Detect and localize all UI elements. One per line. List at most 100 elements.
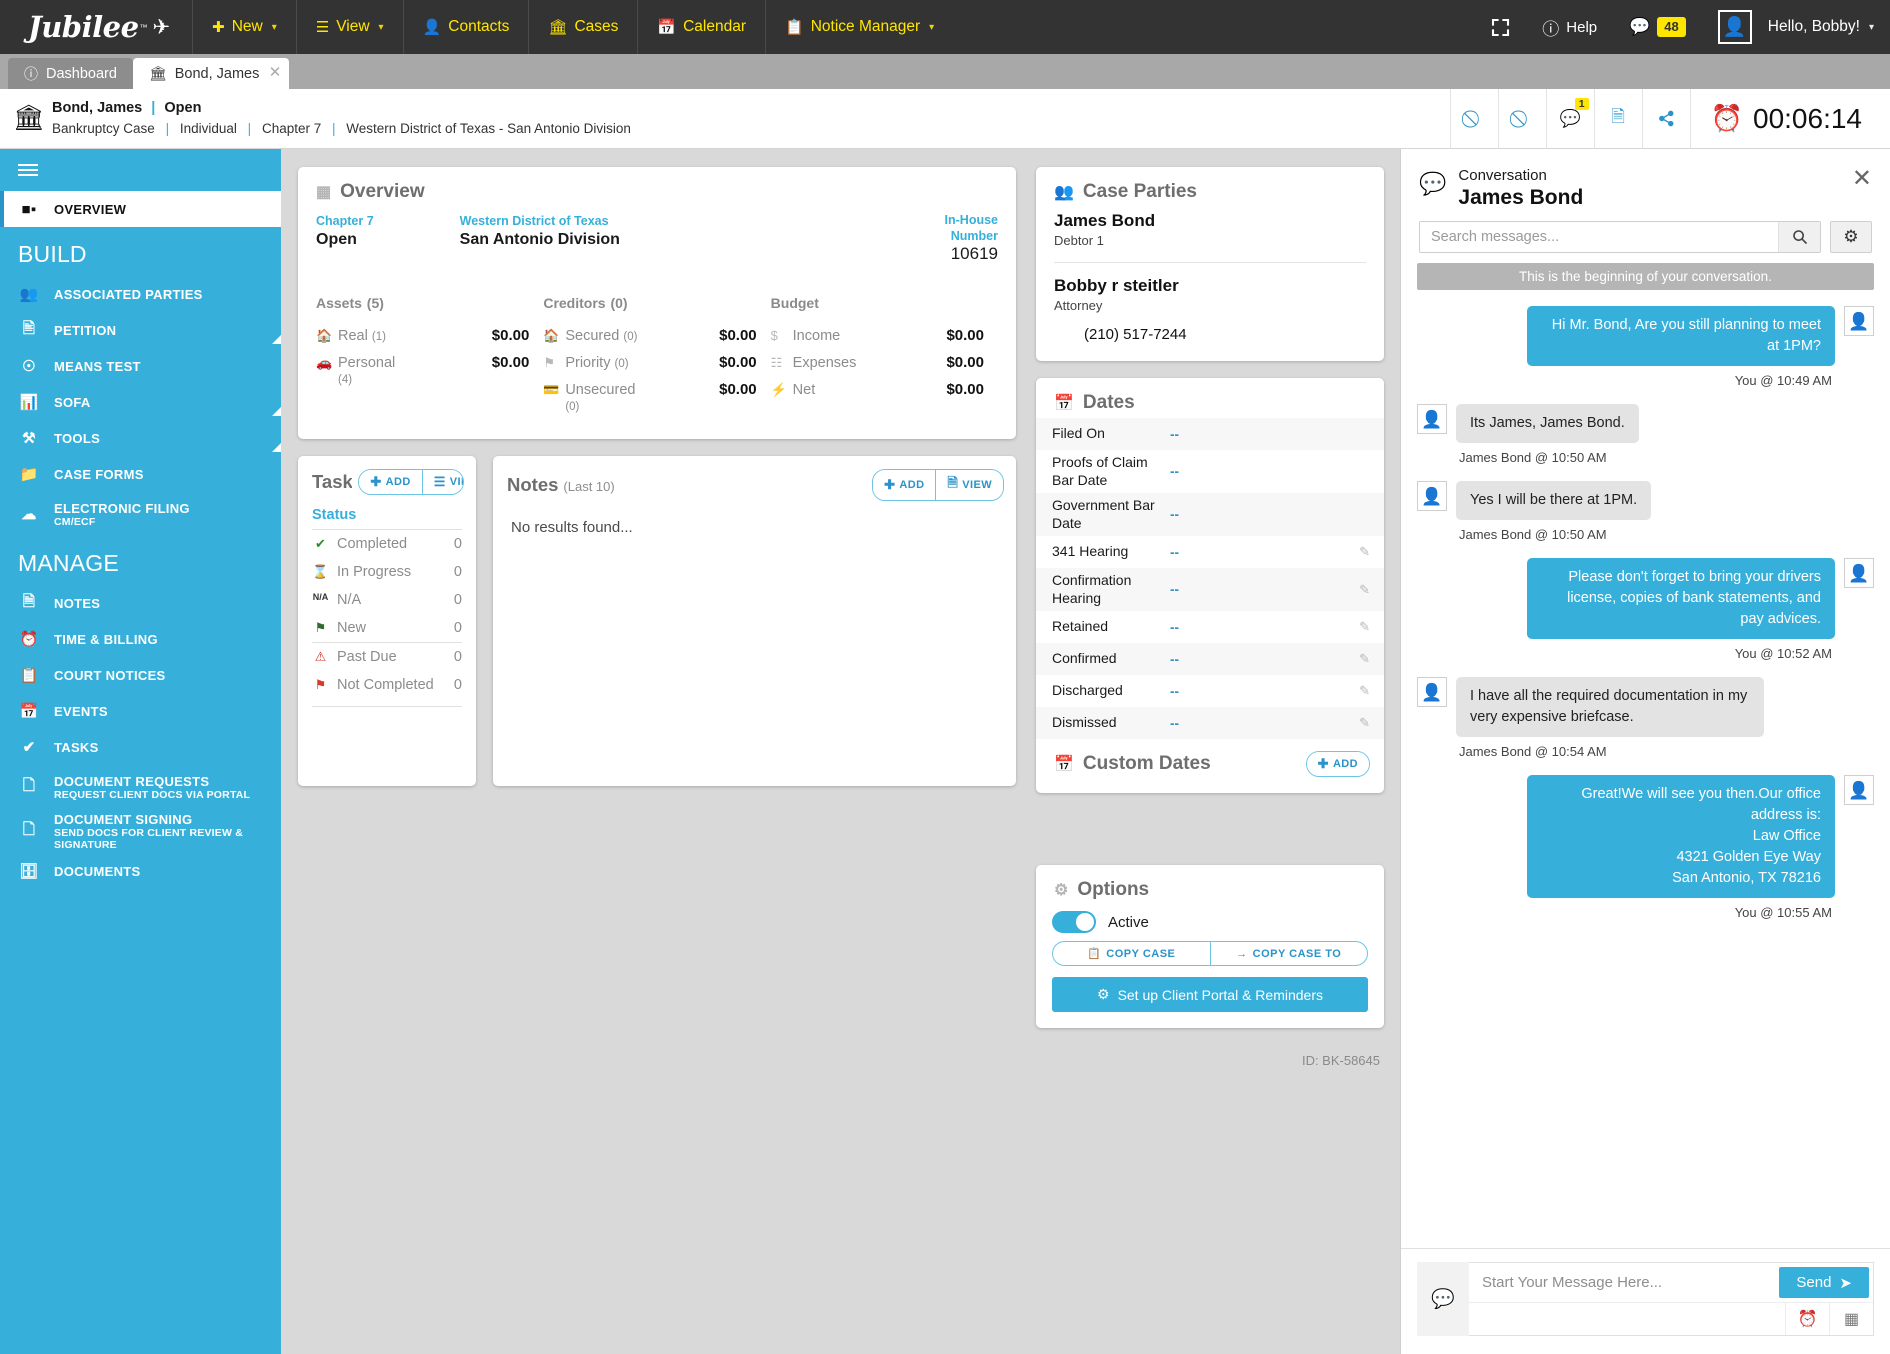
user-menu[interactable]: 👤 Hello, Bobby! ▾ (1702, 10, 1874, 44)
sidebar-item-overview[interactable]: ■▪ OVERVIEW (0, 191, 281, 227)
edit-pencil-icon[interactable]: ✎ (1359, 582, 1370, 598)
nav-new[interactable]: ✚ New ▾ (193, 0, 297, 54)
tab-case-bond-james[interactable]: 🏛 Bond, James ✕ (132, 58, 290, 89)
custom-dates-actions: ✚ ADD (1305, 751, 1370, 777)
chat-settings-button[interactable]: ⚙ (1830, 221, 1872, 254)
sidebar-item-time-billing[interactable]: ⏰ TIME & BILLING (0, 621, 281, 657)
nav-cases[interactable]: 🏛 Cases (529, 0, 639, 54)
sidebar-item-notes[interactable]: 🗎 NOTES (0, 585, 281, 621)
sidebar-item-tools[interactable]: ⚒ TOOLS (0, 420, 281, 456)
tasks-status-row[interactable]: ⌛ In Progress 0 (298, 558, 476, 586)
overview-row: 🚗 Personal (4) $0.00 (316, 349, 529, 392)
sidebar-item-petition[interactable]: 🖹 PETITION (0, 312, 281, 348)
close-icon[interactable]: ✕ (1852, 167, 1872, 191)
tab-dashboard[interactable]: ⓘ Dashboard (8, 58, 133, 89)
copy-case-button[interactable]: 📋 COPY CASE (1053, 942, 1210, 965)
case-header-actions: ⃠ ⃠ 💬 1 🗎 ⏰ 00:06:14 (1449, 88, 1890, 149)
notes-view-button[interactable]: 🗎 VIEW (935, 470, 1003, 501)
nav-contacts[interactable]: 👤 Contacts (404, 0, 530, 54)
message-input[interactable] (1469, 1263, 1780, 1302)
sidebar-item-label: TOOLS (54, 430, 101, 446)
sidebar-item-court-notices[interactable]: 📋 COURT NOTICES (0, 657, 281, 693)
main-content: ▦ Overview Chapter 7 Open Western Distri… (281, 149, 1400, 1354)
no-notice-1-button[interactable]: ⃠ (1449, 88, 1498, 149)
notes-add-button[interactable]: ✚ ADD (873, 470, 936, 501)
nav-calendar[interactable]: 📅 Calendar (638, 0, 767, 54)
sidebar-item-document-requests[interactable]: 🗋 DOCUMENT REQUESTS REQUEST CLIENT DOCS … (0, 765, 281, 809)
edit-pencil-icon[interactable]: ✎ (1359, 715, 1370, 731)
sidebar-item-means-test[interactable]: ☉ MEANS TEST (0, 348, 281, 384)
person-icon: 👤 (1722, 16, 1747, 38)
sidebar-item-events[interactable]: 📅 EVENTS (0, 693, 281, 729)
no-notice-2-button[interactable]: ⃠ (1497, 88, 1546, 149)
nav-contacts-label: Contacts (448, 18, 510, 35)
nav-notice-manager[interactable]: 📋 Notice Manager ▾ (766, 0, 953, 54)
copy-case-label: COPY CASE (1106, 947, 1176, 960)
sidebar-item-sofa[interactable]: 📊 SOFA (0, 384, 281, 420)
setup-client-portal-button[interactable]: ⚙ Set up Client Portal & Reminders (1052, 977, 1368, 1012)
sidebar-item-case-forms[interactable]: 📁 CASE FORMS (0, 456, 281, 492)
tasks-add-button[interactable]: ✚ ADD (359, 470, 422, 495)
compass-icon: ☉ (22, 358, 36, 375)
chat-search-wrapper (1419, 221, 1821, 254)
tasks-status-row[interactable]: ⚑ New 0 (298, 614, 476, 642)
edit-pencil-icon[interactable]: ✎ (1359, 683, 1370, 699)
case-party-phone[interactable]: (210) 517-7244 (1054, 313, 1366, 343)
overview-district-label: Western District of Texas (459, 214, 609, 228)
case-documents-button[interactable]: 🗎 (1593, 88, 1642, 149)
date-row: Confirmed -- ✎ (1036, 643, 1384, 675)
nav-view-label: View (336, 18, 370, 35)
sidebar-item-documents[interactable]: 🗄 DOCUMENTS (0, 853, 281, 889)
tasks-status-row[interactable]: ⚑ Not Completed 0 (298, 671, 476, 700)
search-button[interactable] (1778, 222, 1820, 253)
case-timer[interactable]: ⏰ 00:06:14 (1689, 88, 1890, 149)
send-button[interactable]: Send ➤ (1779, 1267, 1869, 1298)
search-input[interactable] (1420, 222, 1778, 253)
chat-message-meta: You @ 10:49 AM (1734, 373, 1832, 389)
copy-case-to-button[interactable]: → COPY CASE TO (1209, 942, 1368, 965)
sidebar-item-associated-parties[interactable]: 👥 ASSOCIATED PARTIES (0, 276, 281, 312)
custom-dates-add-button[interactable]: ✚ ADD (1306, 752, 1369, 776)
keypad-button[interactable]: ▦ (1829, 1303, 1873, 1335)
tasks-status-row[interactable]: ✔ Completed 0 (298, 530, 476, 558)
schedule-message-button[interactable]: ⏰ (1785, 1303, 1829, 1335)
main-right-column: 👥 Case Parties James Bond Debtor 1 Bobby… (1036, 167, 1384, 1068)
active-toggle[interactable] (1052, 911, 1096, 933)
arrow-right-icon: → (1236, 947, 1248, 960)
chevron-down-icon: ▾ (929, 21, 935, 33)
date-label: Dismissed (1052, 714, 1117, 731)
edit-pencil-icon[interactable]: ✎ (1359, 619, 1370, 635)
sidebar-item-document-signing[interactable]: 🗋 DOCUMENT SIGNING SEND DOCS FOR CLIENT … (0, 809, 281, 853)
tasks-status-row[interactable]: N/A N/A 0 (298, 586, 476, 614)
edit-pencil-icon[interactable]: ✎ (1359, 651, 1370, 667)
case-messages-button[interactable]: 💬 1 (1545, 88, 1594, 149)
case-parties-card: 👥 Case Parties James Bond Debtor 1 Bobby… (1036, 167, 1384, 361)
chat-icon: 💬 (1559, 108, 1581, 128)
nav-view[interactable]: ☰ View ▾ (297, 0, 404, 54)
close-icon[interactable]: ✕ (269, 63, 282, 81)
date-label: Proofs of Claim Bar Date (1052, 454, 1148, 488)
tasks-status-count: 0 (453, 592, 462, 609)
case-party[interactable]: Bobby r steitler Attorney (210) 517-7244 (1054, 276, 1366, 343)
fullscreen-button[interactable] (1475, 18, 1526, 37)
document-icon: 🗎 (947, 475, 959, 491)
expand-corner-icon (272, 407, 281, 416)
edit-pencil-icon[interactable]: ✎ (1359, 544, 1370, 560)
contacts-icon: 👤 (422, 19, 442, 36)
home-icon: 🏠 (543, 328, 560, 344)
custom-dates-label: Custom Dates (1082, 753, 1211, 774)
help-button[interactable]: ⓘ Help (1526, 15, 1613, 40)
top-navigation-bar: Jubilee ™ ✈ ✚ New ▾ ☰ View ▾ 👤 Contacts 🏛… (0, 0, 1890, 54)
brand-logo[interactable]: Jubilee ™ ✈ (0, 0, 194, 54)
tasks-status-row[interactable]: ⚠ Past Due 0 (298, 643, 476, 671)
tasks-status-count: 0 (453, 677, 462, 694)
messages-button[interactable]: 💬 48 (1613, 17, 1702, 37)
sidebar-item-electronic-filing[interactable]: ☁ ELECTRONIC FILING CM/ECF (0, 492, 281, 536)
chat-message: Great!We will see you then.Our office ad… (1417, 775, 1874, 899)
share-button[interactable] (1641, 88, 1690, 149)
tasks-view-button[interactable]: ☰VIEW (421, 470, 464, 495)
sidebar-toggle[interactable] (0, 149, 281, 191)
sidebar-item-tasks[interactable]: ✔ TASKS (0, 729, 281, 765)
grid-icon: ■▪ (21, 200, 37, 218)
case-party[interactable]: James Bond Debtor 1 (1054, 211, 1366, 248)
